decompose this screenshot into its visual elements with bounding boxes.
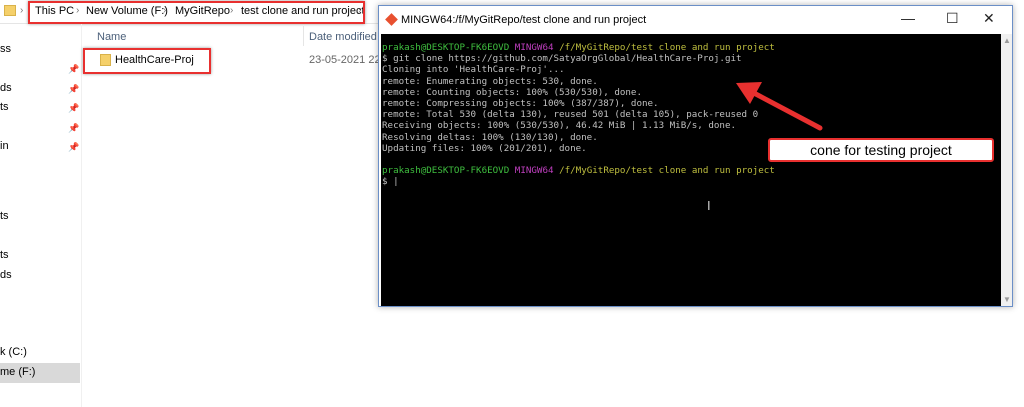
scroll-up-icon[interactable]: ▲ — [1003, 36, 1011, 45]
nav-item[interactable]: ds — [0, 82, 12, 94]
text-cursor-icon: I — [707, 198, 711, 213]
scroll-down-icon[interactable]: ▼ — [1003, 295, 1011, 304]
prompt-path: /f/MyGitRepo/test clone and run project — [559, 165, 775, 177]
pin-icon[interactable]: 📌 — [68, 103, 79, 114]
nav-item[interactable]: ts — [0, 210, 9, 222]
nav-item[interactable]: ts — [0, 101, 9, 113]
pin-icon[interactable]: 📌 — [68, 123, 79, 134]
input-prompt[interactable]: $ | — [382, 176, 399, 187]
prompt-user: prakash@DESKTOP-FK6EOVD — [382, 42, 510, 53]
output-line: Resolving deltas: 100% (130/130), done. — [382, 131, 598, 143]
scrollbar[interactable]: ▲ ▼ — [1001, 34, 1012, 306]
pin-icon[interactable]: 📌 — [68, 142, 79, 153]
output-line: remote: Counting objects: 100% (530/530)… — [382, 86, 642, 98]
arrow-annotation — [736, 82, 823, 131]
terminal-output[interactable]: prakash@DESKTOP-FK6EOVD MINGW64 /f/MyGit… — [381, 34, 1001, 306]
output-line: Receiving objects: 100% (530/530), 46.42… — [382, 120, 737, 132]
nav-item-c-drive[interactable]: k (C:) — [0, 346, 27, 358]
title-bar[interactable]: MINGW64:/f/MyGitRepo/test clone and run … — [379, 6, 1012, 34]
close-button[interactable]: ✕ — [983, 10, 995, 27]
command-line: $ git clone https://github.com/SatyaOrgG… — [382, 53, 742, 65]
highlight-box — [83, 48, 211, 74]
pin-icon[interactable]: 📌 — [68, 64, 79, 75]
nav-item[interactable]: ts — [0, 249, 9, 261]
output-line: remote: Enumerating objects: 530, done. — [382, 75, 598, 87]
maximize-button[interactable]: ☐ — [946, 10, 959, 27]
navigation-pane: ss ds ts in ts ts ds k (C:) me (F:) 📌 📌 … — [0, 24, 82, 407]
folder-icon — [4, 5, 16, 16]
minimize-button[interactable]: — — [901, 10, 915, 26]
prompt-env: MINGW64 — [514, 42, 554, 53]
git-icon — [385, 13, 398, 26]
nav-item[interactable]: ss — [0, 43, 11, 55]
prompt-user: prakash@DESKTOP-FK6EOVD — [382, 165, 510, 177]
nav-item[interactable]: ds — [0, 269, 12, 281]
output-line: remote: Total 530 (delta 130), reused 50… — [382, 109, 759, 121]
nav-item-f-drive[interactable]: me (F:) — [0, 363, 80, 383]
output-line: remote: Compressing objects: 100% (387/3… — [382, 98, 659, 110]
column-divider — [303, 26, 304, 46]
output-line: Cloning into 'HealthCare-Proj'... — [382, 64, 565, 76]
column-name[interactable]: Name — [97, 31, 126, 43]
column-date-modified[interactable]: Date modified — [309, 31, 377, 43]
output-line: Updating files: 100% (201/201), done. — [382, 142, 587, 154]
prompt-path: /f/MyGitRepo/test clone and run project — [559, 42, 775, 53]
window-title: MINGW64:/f/MyGitRepo/test clone and run … — [401, 14, 647, 26]
highlight-box — [28, 1, 365, 24]
pin-icon[interactable]: 📌 — [68, 84, 79, 95]
prompt-env: MINGW64 — [514, 165, 554, 177]
annotation-label: cone for testing project — [768, 138, 994, 162]
chevron-icon: › — [20, 5, 24, 16]
nav-item[interactable]: in — [0, 140, 9, 152]
